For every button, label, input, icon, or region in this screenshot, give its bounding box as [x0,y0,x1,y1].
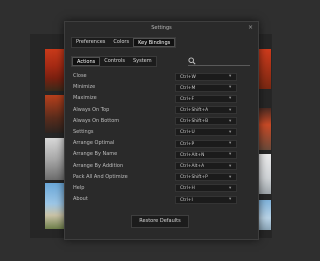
binding-category-tabs: Actions Controls System [71,56,157,67]
shortcut-field[interactable]: Ctrl+Shift+B [175,117,237,126]
chevron-down-icon[interactable]: ▾ [229,72,231,81]
action-label: Settings [73,128,94,135]
shortcut-field[interactable]: Ctrl+Alt+N [175,150,237,159]
tab-actions[interactable]: Actions [72,57,101,66]
key-binding-row: Maximize Ctrl+F ▾ [71,93,251,104]
shortcut-field[interactable]: Ctrl+M [175,83,237,92]
action-label: Always On Bottom [73,117,120,124]
chevron-down-icon[interactable]: ▾ [229,150,231,159]
key-binding-row: About Ctrl+I ▾ [71,194,251,205]
search-icon [188,57,196,65]
dialog-title: Settings [151,25,172,31]
action-label: Pack All And Optimize [73,173,128,180]
tab-key-bindings[interactable]: Key Bindings [133,38,176,47]
scrollbar[interactable] [253,71,256,223]
chevron-down-icon[interactable]: ▾ [229,128,231,137]
shortcut-field[interactable]: Ctrl+W [175,72,237,81]
action-label: Maximize [73,95,97,102]
shortcut-field[interactable]: Ctrl+Alt+A [175,162,237,170]
chevron-down-icon[interactable]: ▾ [229,139,231,148]
key-bindings-list: Close Ctrl+W ▾ Minimize Ctrl+M ▾ Maximize Ctrl+… [71,71,251,205]
action-label: Close [73,73,87,79]
chevron-down-icon[interactable]: ▾ [229,184,231,193]
key-binding-row: Settings Ctrl+U ▾ [71,127,251,138]
chevron-down-icon[interactable]: ▾ [229,173,231,182]
key-binding-row: Minimize Ctrl+M ▾ [71,82,251,93]
shortcut-field[interactable]: Ctrl+F [175,94,237,103]
chevron-down-icon[interactable]: ▾ [229,94,231,103]
image-thumbnail[interactable] [257,49,271,89]
shortcut-field[interactable]: Ctrl+Shift+P [175,173,237,182]
settings-dialog: Settings × Preferences Colors Key Bindin… [64,21,259,240]
chevron-down-icon[interactable]: ▾ [229,117,231,126]
key-binding-row: Arrange By Name Ctrl+Alt+N ▾ [71,149,251,160]
action-label: Always On Top [73,106,110,113]
action-label: Arrange By Addition [73,162,124,169]
chevron-down-icon[interactable]: ▾ [229,83,231,92]
action-label: Arrange By Name [73,151,118,158]
action-label: Arrange Optimal [73,140,115,147]
chevron-down-icon[interactable]: ▾ [229,162,231,171]
shortcut-field[interactable]: Ctrl+U [175,128,237,137]
key-binding-row: Help Ctrl+H ▾ [71,183,251,194]
key-binding-row: Always On Top Ctrl+Shift+A ▾ [71,105,251,116]
shortcut-field[interactable]: Ctrl+P [175,139,237,148]
key-binding-row: Always On Bottom Ctrl+Shift+B ▾ [71,116,251,127]
key-binding-row: Close Ctrl+W ▾ [71,71,251,82]
tab-system[interactable]: System [129,57,156,66]
close-icon[interactable]: × [248,22,253,34]
desktop-background: Settings × Preferences Colors Key Bindin… [0,0,300,261]
action-label: About [73,196,88,203]
chevron-down-icon[interactable]: ▾ [229,106,231,115]
shortcut-field[interactable]: Ctrl+I [175,195,237,204]
shortcut-field[interactable]: Ctrl+Shift+A [175,106,237,115]
search-input[interactable] [188,57,250,66]
image-thumbnail[interactable] [45,183,65,229]
tab-colors[interactable]: Colors [109,38,133,47]
shortcut-field[interactable]: Ctrl+H [175,184,237,193]
tab-preferences[interactable]: Preferences [72,38,109,47]
key-binding-row: Arrange By Addition Ctrl+Alt+A ▾ [71,161,251,172]
action-label: Minimize [73,84,96,91]
restore-defaults-button[interactable]: Restore Defaults [131,215,189,228]
key-binding-row: Pack All And Optimize Ctrl+Shift+P ▾ [71,172,251,183]
tab-controls[interactable]: Controls [100,57,129,66]
image-thumbnail[interactable] [45,138,65,180]
action-label: Help [73,184,85,191]
settings-tabs: Preferences Colors Key Bindings [71,37,177,48]
chevron-down-icon[interactable]: ▾ [229,195,231,204]
image-thumbnail[interactable] [45,95,65,133]
image-thumbnail[interactable] [45,49,65,91]
key-binding-row: Arrange Optimal Ctrl+P ▾ [71,138,251,149]
